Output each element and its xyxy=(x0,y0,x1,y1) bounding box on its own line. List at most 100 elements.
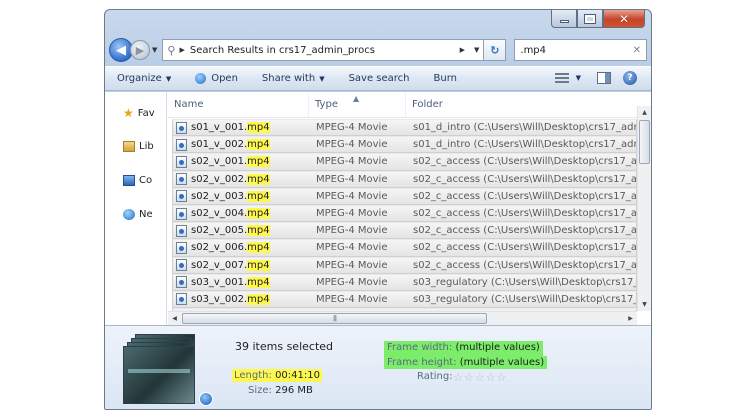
file-folder-cell: s01_d_intro (C:\Users\Will\Desktop\crs17… xyxy=(413,122,636,134)
frame-height-value[interactable]: (multiple values) xyxy=(460,357,544,368)
computer-icon xyxy=(123,175,135,186)
address-bar[interactable]: ⚲ ▶ Search Results in crs17_admin_procs … xyxy=(162,39,485,61)
minimize-button[interactable] xyxy=(551,10,577,28)
file-name-ext-highlight: mp4 xyxy=(247,259,270,271)
file-type-cell: MPEG-4 Movie xyxy=(316,139,388,151)
rating-stars[interactable]: ☆ ☆ ☆ ☆ ☆ xyxy=(453,371,507,384)
nav-item-computer[interactable]: Co xyxy=(123,175,152,186)
length-value: 00:41:10 xyxy=(275,370,320,381)
file-row[interactable]: s03_v_001. mp4 MPEG-4 Movie s03_regulatory … xyxy=(172,273,637,291)
burn-label: Burn xyxy=(433,73,458,84)
rating-star-icon[interactable]: ☆ xyxy=(497,371,507,384)
file-name-ext-highlight: mp4 xyxy=(247,122,270,134)
library-icon xyxy=(123,141,135,152)
share-with-button[interactable]: Share with ▼ xyxy=(262,73,325,84)
file-type-cell: MPEG-4 Movie xyxy=(316,208,388,220)
rating-star-icon[interactable]: ☆ xyxy=(486,371,496,384)
file-name-ext-highlight: mp4 xyxy=(247,225,270,237)
file-row[interactable]: s02_v_006. mp4 MPEG-4 Movie s02_c_access (C… xyxy=(172,239,637,257)
file-type-cell: MPEG-4 Movie xyxy=(316,190,388,202)
vertical-scroll-thumb[interactable] xyxy=(639,120,650,164)
frame-width-label: Frame width: xyxy=(387,342,453,353)
file-folder-cell: s02_c_access (C:\Users\Will\Desktop\crs1… xyxy=(413,156,636,168)
refresh-icon: ↻ xyxy=(490,43,500,57)
preview-pane-icon[interactable] xyxy=(597,72,611,84)
file-row[interactable]: s02_v_007. mp4 MPEG-4 Movie s02_c_access (C… xyxy=(172,256,637,274)
caption-buttons: ✕ xyxy=(551,10,645,30)
scroll-right-icon[interactable]: ▶ xyxy=(624,312,637,325)
file-name-ext-highlight: mp4 xyxy=(247,139,270,151)
file-row[interactable]: s02_v_001. mp4 MPEG-4 Movie s02_c_access (C… xyxy=(172,153,637,171)
recent-pages-dropdown[interactable]: ▼ xyxy=(152,46,157,54)
file-folder-cell: s01_d_intro (C:\Users\Will\Desktop\crs17… xyxy=(413,139,636,151)
file-row[interactable]: s01_v_001. mp4 MPEG-4 Movie s01_d_intro (C:… xyxy=(172,119,637,137)
forward-arrow-icon: ▶ xyxy=(135,43,145,57)
column-header-name[interactable]: Name xyxy=(168,92,309,117)
organize-button[interactable]: Organize ▼ xyxy=(117,73,171,84)
search-box[interactable]: .mp4 ✕ xyxy=(514,39,647,61)
file-name-cell: s02_v_001. mp4 xyxy=(173,155,310,168)
breadcrumb-arrow-icon[interactable]: ▶ xyxy=(460,46,465,54)
network-icon xyxy=(123,209,135,220)
file-list-pane: Name ▲ Type Folder s01_v_001. mp4 MPEG-4 Mo… xyxy=(168,92,651,325)
vertical-scrollbar[interactable]: ▲ ▼ xyxy=(637,106,651,311)
breadcrumb-arrow-icon[interactable]: ▶ xyxy=(179,46,184,54)
minimize-icon xyxy=(559,20,569,23)
nav-item-favorites[interactable]: ★ Fav xyxy=(123,106,155,120)
burn-button[interactable]: Burn xyxy=(434,73,457,84)
file-row[interactable]: s01_v_002. mp4 MPEG-4 Movie s01_d_intro (C:… xyxy=(172,136,637,154)
length-label: Length: xyxy=(234,370,272,381)
close-button[interactable]: ✕ xyxy=(603,10,645,28)
open-button[interactable]: Open xyxy=(195,73,238,84)
rating-star-icon[interactable]: ☆ xyxy=(464,371,474,384)
file-row[interactable]: s03_v_002. mp4 MPEG-4 Movie s03_regulatory … xyxy=(172,290,637,309)
video-file-icon xyxy=(176,207,187,220)
refresh-button[interactable]: ↻ xyxy=(484,39,507,61)
help-icon[interactable]: ? xyxy=(623,71,637,85)
file-name-cell: s02_v_004. mp4 xyxy=(173,207,310,220)
file-row[interactable]: s02_v_004. mp4 MPEG-4 Movie s02_c_access (C… xyxy=(172,204,637,223)
size-value: 296 MB xyxy=(275,385,313,396)
save-search-button[interactable]: Save search xyxy=(349,73,410,84)
change-view-icon[interactable] xyxy=(554,73,569,83)
address-dropdown-icon[interactable]: ▼ xyxy=(474,46,479,54)
file-name-cell: s01_v_002. mp4 xyxy=(173,138,310,151)
content-area: ★ Fav Lib Co Ne Name ▲ Type Folder s01_v_0… xyxy=(105,92,651,325)
frame-width-field: Frame width: (multiple values) xyxy=(384,341,543,356)
rating-star-icon[interactable]: ☆ xyxy=(453,371,463,384)
file-row[interactable]: s02_v_005. mp4 MPEG-4 Movie s02_c_access (C… xyxy=(172,222,637,240)
file-type-cell: MPEG-4 Movie xyxy=(316,242,388,254)
maximize-button[interactable] xyxy=(577,10,603,28)
video-file-icon xyxy=(176,241,187,254)
file-folder-cell: s03_regulatory (C:\Users\Will\Desktop\cr… xyxy=(413,293,636,305)
file-row[interactable]: s02_v_003. mp4 MPEG-4 Movie s02_c_access (C… xyxy=(172,187,637,205)
frame-width-value[interactable]: (multiple values) xyxy=(455,342,539,353)
clear-search-icon[interactable]: ✕ xyxy=(633,45,641,56)
nav-item-libraries[interactable]: Lib xyxy=(123,141,154,152)
chevron-down-icon: ▼ xyxy=(575,74,581,82)
nav-label: Co xyxy=(139,175,153,186)
file-name-base: s03_v_001. xyxy=(191,276,248,288)
scroll-up-icon[interactable]: ▲ xyxy=(638,106,651,119)
scroll-left-icon[interactable]: ◀ xyxy=(168,312,181,325)
horizontal-scrollbar[interactable]: ◀ ||| ▶ xyxy=(168,311,637,325)
size-label: Size: xyxy=(248,385,272,396)
file-name-cell: s01_v_001. mp4 xyxy=(173,121,310,134)
column-header-type[interactable]: ▲ Type xyxy=(309,92,406,117)
file-name-cell: s02_v_002. mp4 xyxy=(173,173,310,186)
column-header-folder[interactable]: Folder xyxy=(406,92,637,117)
view-dropdown[interactable]: ▼ xyxy=(572,74,581,82)
nav-item-network[interactable]: Ne xyxy=(123,209,153,220)
frame-height-field: Frame height: (multiple values) xyxy=(384,356,548,369)
scroll-down-icon[interactable]: ▼ xyxy=(638,298,651,311)
file-folder-cell: s02_c_access (C:\Users\Will\Desktop\crs1… xyxy=(413,190,636,202)
rating-star-icon[interactable]: ☆ xyxy=(475,371,485,384)
horizontal-scroll-thumb[interactable]: ||| xyxy=(182,313,487,324)
nav-label: Ne xyxy=(139,209,153,220)
search-input[interactable]: .mp4 xyxy=(520,45,632,56)
column-header-row: Name ▲ Type Folder xyxy=(168,92,637,118)
open-label: Open xyxy=(211,73,238,84)
file-row[interactable]: s02_v_002. mp4 MPEG-4 Movie s02_c_access (C… xyxy=(172,170,637,188)
forward-button[interactable]: ▶ xyxy=(130,40,150,60)
video-file-icon xyxy=(176,224,187,237)
